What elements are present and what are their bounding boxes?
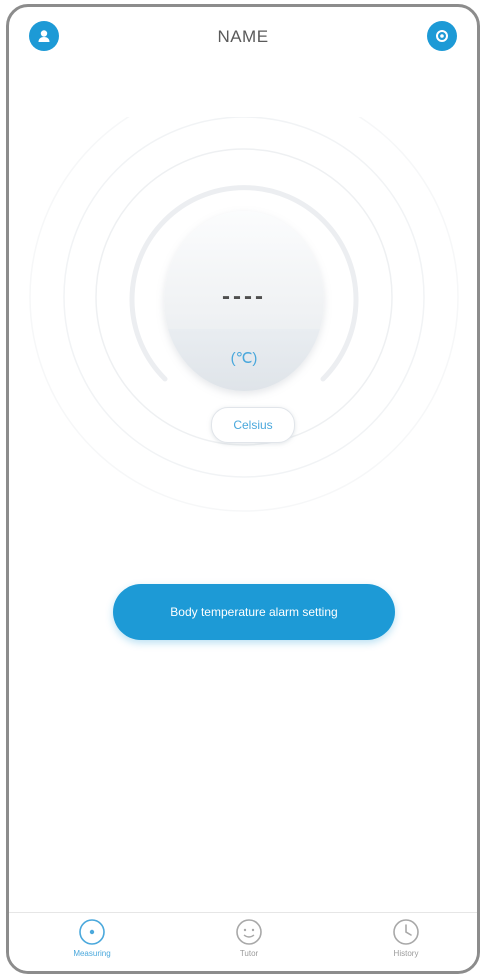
measure-icon [79, 919, 105, 945]
clock-icon [393, 919, 419, 945]
face-icon [236, 919, 262, 945]
alarm-setting-button[interactable]: Body temperature alarm setting [113, 584, 395, 640]
tab-label: Tutor [239, 949, 259, 958]
unit-toggle-button[interactable]: Celsius [211, 407, 295, 443]
tab-tutor[interactable]: Tutor [204, 917, 294, 969]
tab-label: History [393, 949, 419, 958]
phone-screen: NAME ---- (℃) Celsius Body temperature a… [6, 4, 480, 974]
settings-button[interactable] [427, 21, 457, 51]
unit-symbol: (℃) [230, 350, 258, 367]
app-header: NAME [9, 7, 477, 67]
page-title: NAME [217, 27, 269, 46]
temperature-reading: ---- [222, 283, 266, 310]
tab-measuring[interactable]: Measuring [47, 917, 137, 969]
thermometer-gauge: ---- (℃) Celsius [9, 117, 477, 547]
tab-label: Measuring [73, 949, 111, 958]
tab-history[interactable]: History [361, 917, 451, 969]
settings-icon [436, 30, 448, 42]
temperature-display: ---- (℃) [164, 211, 324, 391]
bottom-tab-bar: Measuring Tutor History [9, 912, 477, 971]
